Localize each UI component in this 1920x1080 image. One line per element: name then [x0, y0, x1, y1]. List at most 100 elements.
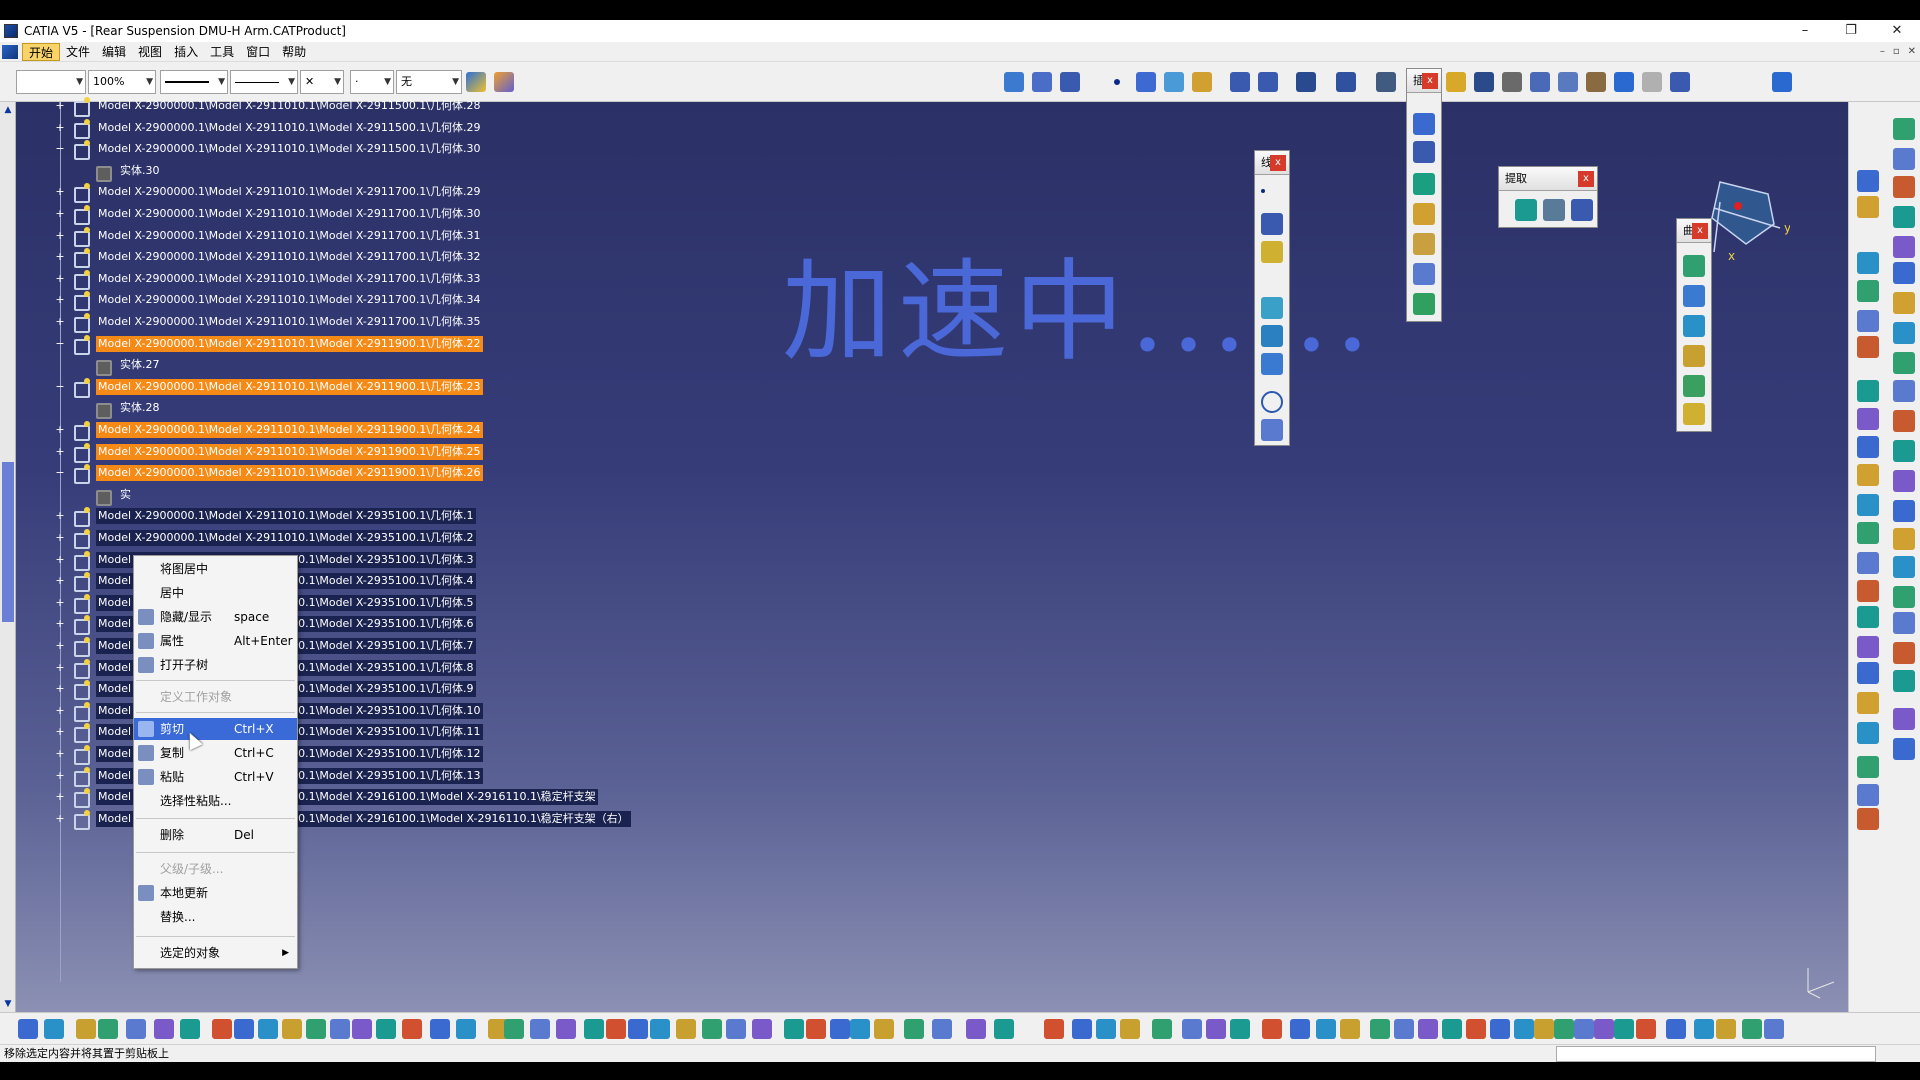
tree-node[interactable]: − Model X-2900000.1\Model X-2911010.1\Mod…	[54, 377, 483, 398]
toolbar-tool-icon[interactable]	[994, 1019, 1014, 1039]
workbench-tool-icon[interactable]	[1893, 528, 1915, 550]
paste-icon[interactable]	[1586, 72, 1606, 92]
context-menu-item[interactable]: 选择性粘贴...	[134, 790, 297, 812]
context-menu-item[interactable]: 隐藏/显示 space	[134, 606, 297, 628]
translate-icon[interactable]	[1683, 403, 1705, 425]
restore-button[interactable]: ❐	[1828, 20, 1874, 42]
workbench-tool-icon[interactable]	[1893, 642, 1915, 664]
toolbar-tool-icon[interactable]	[1614, 1019, 1634, 1039]
toolbar-header[interactable]: 线x	[1255, 151, 1289, 175]
workbench-tool-icon[interactable]	[1893, 612, 1915, 634]
toolbar-tool-icon[interactable]	[784, 1019, 804, 1039]
workbench-tool-icon[interactable]	[1857, 808, 1879, 830]
toolbar-tool-icon[interactable]	[874, 1019, 894, 1039]
healing-icon[interactable]	[1683, 345, 1705, 367]
tree-node[interactable]: + Model X-2900000.1\Model X-2911010.1\Mod…	[54, 96, 483, 117]
expand-icon[interactable]: +	[54, 122, 66, 134]
layer-combo[interactable]: 无 ▼	[396, 70, 462, 94]
expand-icon[interactable]: +	[54, 618, 66, 630]
workbench-tool-icon[interactable]	[1857, 494, 1879, 516]
toolbar-header[interactable]: 提取 x	[1499, 167, 1597, 191]
toolbar-tool-icon[interactable]	[1594, 1019, 1614, 1039]
close-icon[interactable]: x	[1422, 73, 1438, 89]
tree-node[interactable]: + Model X-2900000.1\Model X-2911010.1\Mod…	[54, 442, 483, 463]
scroll-thumb[interactable]	[2, 462, 14, 622]
menu-tools[interactable]: 工具	[204, 43, 240, 61]
workbench-tool-icon[interactable]	[1857, 170, 1879, 192]
context-menu-item[interactable]: 替换...	[134, 906, 297, 928]
toolbar-tool-icon[interactable]	[1230, 1019, 1250, 1039]
sweep-icon[interactable]	[1413, 263, 1435, 285]
product-icon[interactable]	[1772, 72, 1792, 92]
toolbar-tool-icon[interactable]	[1490, 1019, 1510, 1039]
circle-icon[interactable]	[1261, 391, 1283, 413]
toolbar-tool-icon[interactable]	[1764, 1019, 1784, 1039]
tree-node[interactable]: + Model X-2900000.1\Model X-2911010.1\Mod…	[54, 204, 483, 225]
document-icon[interactable]	[2, 44, 18, 59]
menu-start[interactable]: 开始	[22, 42, 61, 61]
workbench-tool-icon[interactable]	[1893, 556, 1915, 578]
transparency-combo[interactable]: 100% ▼	[88, 70, 156, 94]
toolbar-tool-icon[interactable]	[932, 1019, 952, 1039]
extract-icon[interactable]	[1543, 199, 1565, 221]
context-menu-item[interactable]: 本地更新	[134, 882, 297, 904]
workbench-tool-icon[interactable]	[1893, 380, 1915, 402]
toolbar-tool-icon[interactable]	[752, 1019, 772, 1039]
menu-help[interactable]: 帮助	[276, 43, 312, 61]
workbench-tool-icon[interactable]	[1857, 522, 1879, 544]
workbench-tool-icon[interactable]	[1893, 322, 1915, 344]
expand-icon[interactable]: +	[54, 575, 66, 587]
toolbar-tool-icon[interactable]	[1466, 1019, 1486, 1039]
close-button[interactable]: ✕	[1874, 20, 1920, 42]
tree-body-item[interactable]: 实体.30	[94, 161, 162, 182]
expand-icon[interactable]: +	[54, 230, 66, 242]
tree-node[interactable]: − Model X-2900000.1\Model X-2911010.1\Mod…	[54, 463, 483, 485]
tree-node[interactable]: + Model X-2900000.1\Model X-2911010.1\Mod…	[54, 269, 483, 290]
expand-icon[interactable]: +	[54, 813, 66, 825]
collapse-icon[interactable]: −	[54, 338, 66, 350]
toolbar-header[interactable]: 插x	[1407, 69, 1441, 93]
menu-file[interactable]: 文件	[60, 43, 96, 61]
workbench-tool-icon[interactable]	[1857, 636, 1879, 658]
toolbar-tool-icon[interactable]	[628, 1019, 648, 1039]
multi-extract-icon[interactable]	[1571, 199, 1593, 221]
toolbar-tool-icon[interactable]	[806, 1019, 826, 1039]
circle-icon[interactable]	[1261, 353, 1283, 375]
open-icon[interactable]	[1446, 72, 1466, 92]
context-menu-item[interactable]: 居中	[134, 582, 297, 604]
toolbar-tool-icon[interactable]	[1290, 1019, 1310, 1039]
workbench-tool-icon[interactable]	[1857, 280, 1879, 302]
tree-scrollbar[interactable]: ▲ ▼	[0, 102, 16, 1012]
workbench-tool-icon[interactable]	[1893, 670, 1915, 692]
format-painter-icon[interactable]	[466, 72, 486, 92]
grid-icon[interactable]	[1413, 113, 1435, 135]
toolbar-tool-icon[interactable]	[1636, 1019, 1656, 1039]
workbench-tool-icon[interactable]	[1893, 410, 1915, 432]
whats-this-icon[interactable]	[1060, 72, 1080, 92]
context-menu-item[interactable]: 删除 Del	[134, 824, 297, 846]
menu-edit[interactable]: 编辑	[96, 43, 132, 61]
toolbar-tool-icon[interactable]	[1694, 1019, 1714, 1039]
toolbar-tool-icon[interactable]	[556, 1019, 576, 1039]
expand-icon[interactable]: +	[54, 705, 66, 717]
expand-icon[interactable]: +	[54, 273, 66, 285]
offset-icon[interactable]	[1413, 203, 1435, 225]
toolbar-tool-icon[interactable]	[1206, 1019, 1226, 1039]
workbench-tool-icon[interactable]	[1857, 252, 1879, 274]
toolbar-tool-icon[interactable]	[76, 1019, 96, 1039]
workbench-tool-icon[interactable]	[1893, 500, 1915, 522]
menu-view[interactable]: 视图	[132, 43, 168, 61]
toolbar-tool-icon[interactable]	[212, 1019, 232, 1039]
cut-icon[interactable]	[1530, 72, 1550, 92]
print-icon[interactable]	[1502, 72, 1522, 92]
expand-icon[interactable]: +	[54, 554, 66, 566]
workbench-tool-icon[interactable]	[1893, 118, 1915, 140]
toolbar-tool-icon[interactable]	[1152, 1019, 1172, 1039]
tree-node[interactable]: + Model X-2900000.1\Model X-2911010.1\Mod…	[54, 182, 483, 204]
sketch-icon[interactable]	[1413, 141, 1435, 163]
curve-icon[interactable]	[1136, 72, 1156, 92]
extrude-icon[interactable]	[1413, 173, 1435, 195]
toolbar-tool-icon[interactable]	[1120, 1019, 1140, 1039]
context-menu-item[interactable]: 复制 Ctrl+C	[134, 742, 297, 764]
toolbar-tool-icon[interactable]	[126, 1019, 146, 1039]
